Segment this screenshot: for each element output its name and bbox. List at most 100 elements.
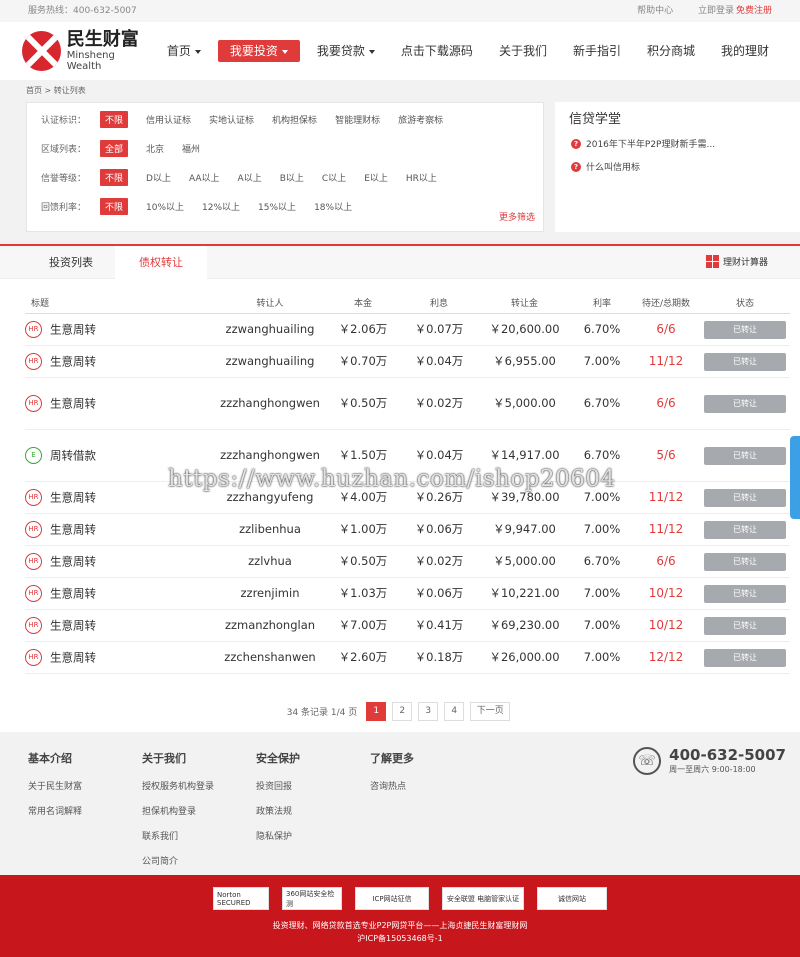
school-title: 信贷学堂: [569, 112, 622, 127]
filter-option[interactable]: 旅游考察标: [398, 113, 443, 126]
filter-option[interactable]: 15%以上: [258, 200, 296, 213]
nav-download[interactable]: 点击下载源码: [392, 40, 482, 62]
login-link[interactable]: 立即登录: [698, 6, 734, 16]
nav-mall[interactable]: 积分商城: [638, 40, 704, 62]
footer-link[interactable]: 政策法规: [256, 804, 300, 817]
filter-option[interactable]: 实地认证标: [209, 113, 254, 126]
filter-option[interactable]: 机构担保标: [272, 113, 317, 126]
filter-option[interactable]: 12%以上: [202, 200, 240, 213]
status-button[interactable]: 已转让: [704, 616, 786, 635]
rate: 6.70%: [572, 545, 632, 578]
icp-badge[interactable]: ICP网站征信: [355, 887, 429, 910]
tab-transfer[interactable]: 债权转让: [115, 246, 207, 279]
header: 民生财富 Minsheng Wealth 首页 我要投资 我要贷款 点击下载源码…: [0, 22, 800, 80]
loan-title[interactable]: 生意周转: [50, 354, 96, 368]
nav-loan[interactable]: 我要贷款: [308, 40, 384, 62]
loan-title[interactable]: 生意周转: [50, 650, 96, 664]
nav-home[interactable]: 首页: [158, 40, 210, 62]
loan-title[interactable]: 生意周转: [50, 554, 96, 568]
table-row[interactable]: HR 生意周转 zzwanghuailing ￥0.70万 ￥0.04万 ￥6,955.0…: [25, 345, 790, 378]
more-filter-link[interactable]: 更多筛选: [499, 210, 535, 223]
footer-link[interactable]: 联系我们: [142, 829, 214, 842]
footer-link[interactable]: 咨询热点: [370, 779, 414, 792]
filter-option[interactable]: 智能理财标: [335, 113, 380, 126]
filter-option[interactable]: 信用认证标: [146, 113, 191, 126]
calculator-button[interactable]: 理财计算器: [705, 255, 768, 268]
status-button[interactable]: 已转让: [704, 488, 786, 507]
school-item[interactable]: ? 2016年下半年P2P理财新手需...: [571, 137, 800, 150]
school-item[interactable]: ? 什么叫信用标: [571, 160, 800, 173]
page-3[interactable]: 3: [418, 702, 439, 721]
chevron-down-icon: [281, 49, 288, 54]
status-button[interactable]: 已转让: [704, 520, 786, 539]
filter-option[interactable]: 福州: [182, 142, 200, 155]
table-row[interactable]: HR 生意周转 zzwanghuailing ￥2.06万 ￥0.07万 ￥20,600.…: [25, 313, 790, 346]
nav-guide[interactable]: 新手指引: [564, 40, 630, 62]
phone-icon: ☏: [633, 746, 662, 775]
side-float-tab[interactable]: [790, 436, 800, 519]
loan-title[interactable]: 生意周转: [50, 322, 96, 336]
footer-link[interactable]: 公司简介: [142, 854, 214, 867]
credit-badge-icon: HR: [25, 320, 42, 338]
period: 5/6: [632, 429, 700, 482]
filter-option[interactable]: 10%以上: [146, 200, 184, 213]
table-row[interactable]: HR 生意周转 zzchenshanwen ￥2.60万 ￥0.18万 ￥26,000.0…: [25, 641, 790, 674]
loan-title[interactable]: 生意周转: [50, 618, 96, 632]
status-button[interactable]: 已转让: [704, 320, 786, 339]
credit-badge-icon: HR: [25, 520, 42, 538]
footer-link[interactable]: 隐私保护: [256, 829, 300, 842]
footer-link[interactable]: 授权服务机构登录: [142, 779, 214, 792]
filter-option[interactable]: 18%以上: [314, 200, 352, 213]
page-4[interactable]: 4: [444, 702, 465, 721]
nav-invest[interactable]: 我要投资: [217, 40, 300, 62]
filter-option[interactable]: 不限: [100, 169, 129, 186]
table-row[interactable]: HR 生意周转 zzlibenhua ￥1.00万 ￥0.06万 ￥9,947.00 7.0…: [25, 513, 790, 546]
360-badge[interactable]: 360网站安全检测: [282, 887, 342, 910]
filter-option[interactable]: HR以上: [406, 171, 437, 184]
filter-option[interactable]: 不限: [100, 198, 129, 215]
interest: ￥0.06万: [401, 513, 477, 546]
tab-invest-list[interactable]: 投资列表: [25, 246, 117, 279]
status-button[interactable]: 已转让: [704, 648, 786, 667]
footer-link[interactable]: 担保机构登录: [142, 804, 214, 817]
status-button[interactable]: 已转让: [704, 584, 786, 603]
status-button[interactable]: 已转让: [704, 352, 786, 371]
status-button[interactable]: 已转让: [704, 552, 786, 571]
table-row[interactable]: HR 生意周转 zzlvhua ￥0.50万 ￥0.02万 ￥5,000.00 6.70% 6…: [25, 545, 790, 578]
loan-title[interactable]: 周转借款: [50, 448, 96, 462]
page-1[interactable]: 1: [366, 702, 387, 721]
filter-option[interactable]: 不限: [100, 111, 129, 128]
rate: 7.00%: [572, 345, 632, 378]
footer-link[interactable]: 关于民生财富: [28, 779, 82, 792]
status-button[interactable]: 已转让: [704, 446, 786, 465]
loan-title[interactable]: 生意周转: [50, 586, 96, 600]
loan-title[interactable]: 生意周转: [50, 490, 96, 504]
filter-option[interactable]: C以上: [322, 171, 346, 184]
filter-option[interactable]: B以上: [280, 171, 304, 184]
logo-en: Minsheng Wealth: [66, 49, 115, 72]
nav-about[interactable]: 关于我们: [490, 40, 556, 62]
logo[interactable]: 民生财富 Minsheng Wealth: [22, 30, 150, 72]
loan-title[interactable]: 生意周转: [50, 522, 96, 536]
help-link[interactable]: 帮助中心: [637, 6, 673, 16]
table-row[interactable]: HR 生意周转 zzmanzhonglan ￥7.00万 ￥0.41万 ￥69,230.0…: [25, 609, 790, 642]
register-link[interactable]: 免费注册: [736, 6, 772, 16]
loan-title[interactable]: 生意周转: [50, 396, 96, 410]
filter-option[interactable]: 全部: [100, 140, 129, 157]
filter-option[interactable]: 北京: [146, 142, 164, 155]
norton-badge[interactable]: Norton SECURED: [213, 887, 269, 910]
status-button[interactable]: 已转让: [704, 394, 786, 413]
anquan-badge[interactable]: 安全联盟 电脑管家认证: [442, 887, 524, 910]
table-row[interactable]: HR 生意周转 zzrenjimin ￥1.03万 ￥0.06万 ￥10,221.00 7.…: [25, 577, 790, 610]
footer-link[interactable]: 投资回报: [256, 779, 300, 792]
filter-option[interactable]: AA以上: [189, 171, 220, 184]
filter-option[interactable]: E以上: [364, 171, 388, 184]
table-row[interactable]: HR 生意周转 zzzhanghongwen ￥0.50万 ￥0.02万 ￥5,000.0…: [25, 377, 790, 430]
chengxin-badge[interactable]: 诚信网站: [537, 887, 607, 910]
nav-my-finance[interactable]: 我的理财: [712, 40, 778, 62]
page-2[interactable]: 2: [392, 702, 413, 721]
footer-link[interactable]: 常用名词解释: [28, 804, 82, 817]
filter-option[interactable]: D以上: [146, 171, 171, 184]
filter-option[interactable]: A以上: [238, 171, 262, 184]
next-page-button[interactable]: 下一页: [470, 702, 511, 721]
